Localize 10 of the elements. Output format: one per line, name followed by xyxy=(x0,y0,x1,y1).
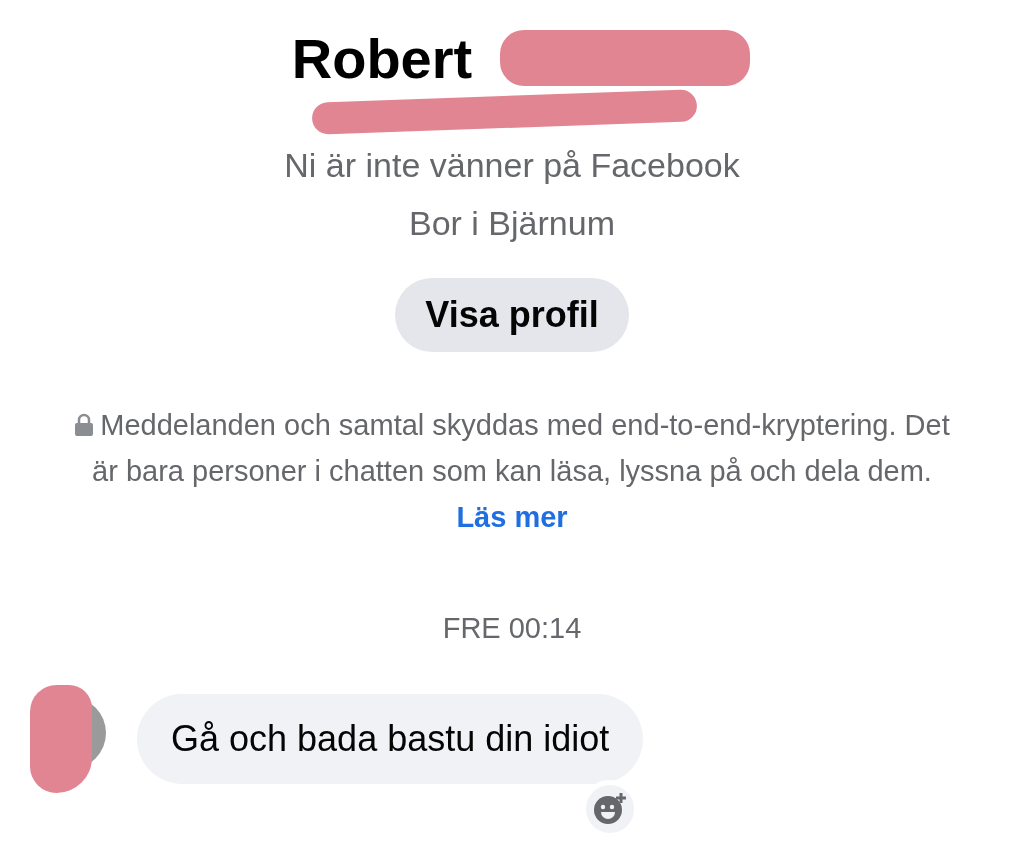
redacted-avatar[interactable] xyxy=(30,685,106,793)
lock-icon xyxy=(74,413,95,437)
encryption-notice: Meddelanden och samtal skyddas med end-to-end-kryptering. Det är bara personer i chatten som kan läsa, lyssna på och dela dem. Läs mer xyxy=(62,402,962,540)
location-text: Bor i Bjärnum xyxy=(409,203,615,244)
contact-name: Robert xyxy=(291,25,473,91)
smiley-plus-icon xyxy=(592,791,629,827)
timestamp: FRE 00:14 xyxy=(441,612,583,645)
friendship-status: Ni är inte vänner på Facebook xyxy=(284,145,740,186)
view-profile-button[interactable]: Visa profil xyxy=(395,278,629,352)
read-more-link[interactable]: Läs mer xyxy=(456,501,568,533)
